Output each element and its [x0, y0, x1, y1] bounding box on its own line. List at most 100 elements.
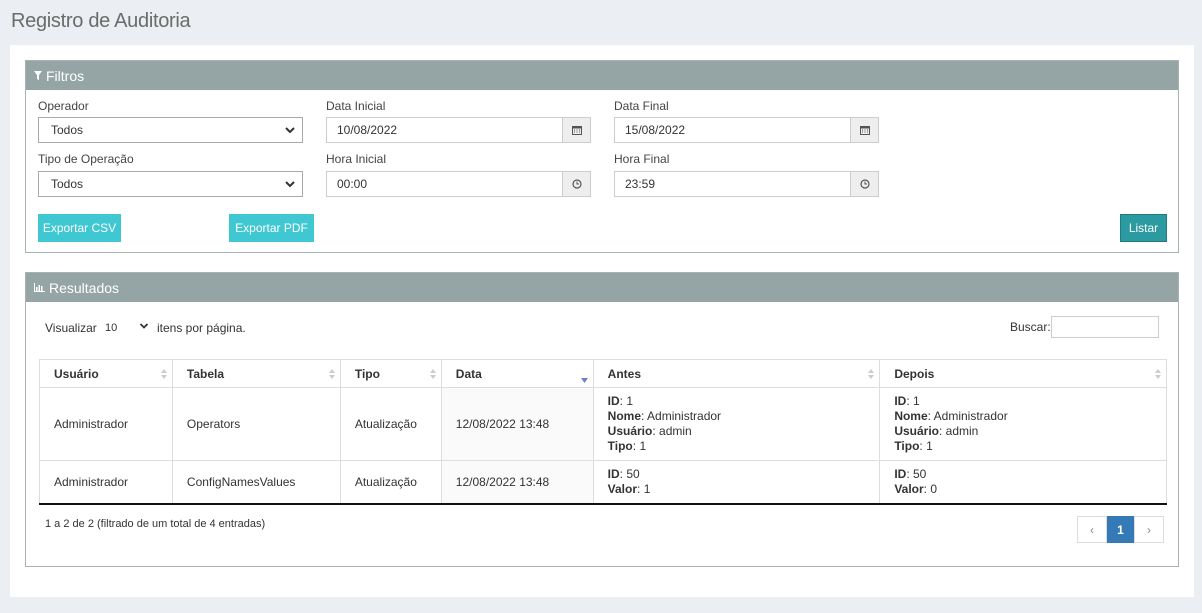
- column-header-tabela[interactable]: Tabela: [171, 359, 341, 388]
- main-content: Filtros Operador Todos Data Inicial 10/0…: [10, 45, 1194, 597]
- column-label: Tabela: [186, 366, 225, 381]
- cell-antes: ID: 50 Valor: 1: [592, 460, 880, 505]
- filter-icon: [34, 71, 42, 80]
- pagination-next[interactable]: ›: [1134, 516, 1164, 543]
- cell-antes: ID: 1 Nome: Administrador Usuário: admin…: [592, 387, 880, 461]
- table-info: 1 a 2 de 2 (filtrado de um total de 4 en…: [45, 518, 266, 530]
- sort-icon: [1155, 368, 1161, 382]
- kv-value: 1: [643, 481, 651, 496]
- kv-key: Valor: [607, 481, 638, 496]
- kv-value: Administrador: [647, 409, 722, 423]
- cell-tabela: ConfigNamesValues: [171, 460, 341, 505]
- data-inicial-group: 10/08/2022: [326, 117, 591, 143]
- page-length-suffix: itens por página.: [157, 321, 246, 335]
- clock-icon[interactable]: [562, 171, 591, 197]
- column-label: Antes: [607, 366, 641, 381]
- table-header-row: Usuário Tabela Tipo Data Antes Depois: [39, 359, 1167, 388]
- search-input[interactable]: [1051, 316, 1159, 338]
- results-table: Usuário Tabela Tipo Data Antes Depois Ad…: [39, 359, 1167, 505]
- kv-key: ID: [894, 394, 907, 408]
- filters-header[interactable]: Filtros: [26, 61, 1178, 90]
- data-final-input[interactable]: 15/08/2022: [614, 117, 850, 143]
- chevron-down-icon: [284, 124, 296, 139]
- calendar-icon[interactable]: [850, 117, 879, 143]
- pagination-prev[interactable]: ‹: [1077, 516, 1107, 543]
- chevron-down-icon: [139, 321, 149, 334]
- operador-label: Operador: [38, 99, 89, 113]
- column-label: Usuário: [54, 366, 99, 381]
- hora-inicial-group: 00:00: [326, 171, 591, 197]
- kv-key: Usuário: [607, 424, 653, 438]
- data-inicial-label: Data Inicial: [326, 99, 386, 113]
- data-inicial-input[interactable]: 10/08/2022: [326, 117, 562, 143]
- sort-icon: [328, 368, 335, 382]
- sort-desc-icon: [580, 372, 588, 386]
- operador-select[interactable]: Todos: [38, 117, 303, 143]
- bar-chart-icon: [34, 283, 45, 292]
- kv-value: Administrador: [933, 409, 1008, 423]
- search-label: Buscar:: [1010, 320, 1051, 334]
- data-final-group: 15/08/2022: [614, 117, 879, 143]
- kv-key: ID: [894, 466, 907, 481]
- column-label: Depois: [894, 366, 935, 381]
- column-header-depois[interactable]: Depois: [879, 359, 1167, 388]
- cell-tipo: Atualização: [339, 460, 442, 505]
- kv-value: 1: [912, 394, 920, 408]
- kv-key: Valor: [894, 481, 924, 496]
- sort-icon: [160, 368, 167, 382]
- filters-title: Filtros: [46, 67, 85, 84]
- cell-usuario: Administrador: [39, 460, 173, 505]
- kv-key: Nome: [894, 409, 928, 423]
- cell-depois: ID: 50 Valor: 0: [879, 460, 1167, 505]
- results-title: Resultados: [49, 279, 120, 296]
- column-label: Data: [455, 366, 482, 381]
- results-panel: Resultados Visualizar 10 itens por págin…: [25, 272, 1179, 567]
- listar-button[interactable]: Listar: [1120, 214, 1167, 242]
- kv-value: 1: [639, 439, 647, 453]
- page-length-prefix: Visualizar: [45, 321, 97, 335]
- column-header-tipo[interactable]: Tipo: [339, 359, 442, 388]
- hora-final-input[interactable]: 23:59: [614, 171, 850, 197]
- data-final-label: Data Final: [614, 99, 669, 113]
- pagination: ‹ 1 ›: [1077, 516, 1164, 543]
- operador-value: Todos: [51, 123, 84, 137]
- column-header-usuario[interactable]: Usuário: [39, 359, 173, 388]
- column-header-antes[interactable]: Antes: [592, 359, 880, 388]
- calendar-icon[interactable]: [562, 117, 591, 143]
- export-csv-button[interactable]: Exportar CSV: [38, 214, 121, 242]
- kv-key: Tipo: [607, 439, 633, 453]
- cell-depois: ID: 1 Nome: Administrador Usuário: admin…: [879, 387, 1167, 461]
- column-header-data[interactable]: Data: [440, 359, 594, 388]
- page-length-select[interactable]: 10: [102, 321, 149, 334]
- cell-data: 12/08/2022 13:48: [440, 387, 594, 461]
- kv-value: 50: [626, 466, 640, 481]
- hora-inicial-input[interactable]: 00:00: [326, 171, 562, 197]
- sort-icon: [868, 368, 875, 382]
- kv-key: Tipo: [894, 439, 920, 453]
- tipo-operacao-select[interactable]: Todos: [38, 171, 303, 197]
- clock-icon[interactable]: [850, 171, 879, 197]
- results-header[interactable]: Resultados: [26, 273, 1178, 302]
- cell-tabela: Operators: [171, 387, 341, 461]
- sort-icon: [429, 368, 436, 382]
- hora-final-label: Hora Final: [614, 152, 670, 166]
- kv-key: ID: [607, 466, 620, 481]
- filters-panel: Filtros Operador Todos Data Inicial 10/0…: [25, 60, 1179, 253]
- kv-value: 1: [626, 394, 634, 408]
- kv-key: ID: [607, 394, 620, 408]
- table-row[interactable]: Administrador ConfigNamesValues Atualiza…: [39, 460, 1167, 505]
- page-title: Registro de Auditoria: [11, 10, 191, 32]
- kv-value: 50: [912, 466, 927, 481]
- tipo-operacao-value: Todos: [51, 177, 84, 191]
- export-pdf-button[interactable]: Exportar PDF: [229, 214, 314, 242]
- table-row[interactable]: Administrador Operators Atualização 12/0…: [39, 387, 1167, 461]
- hora-inicial-label: Hora Inicial: [326, 152, 387, 166]
- pagination-page-1[interactable]: 1: [1107, 516, 1134, 543]
- column-label: Tipo: [354, 366, 380, 381]
- tipo-operacao-label: Tipo de Operação: [38, 152, 134, 166]
- page-length-value: 10: [105, 321, 118, 334]
- kv-value: admin: [945, 424, 979, 438]
- kv-key: Nome: [607, 409, 641, 423]
- cell-tipo: Atualização: [339, 387, 442, 461]
- kv-value: 1: [926, 439, 933, 453]
